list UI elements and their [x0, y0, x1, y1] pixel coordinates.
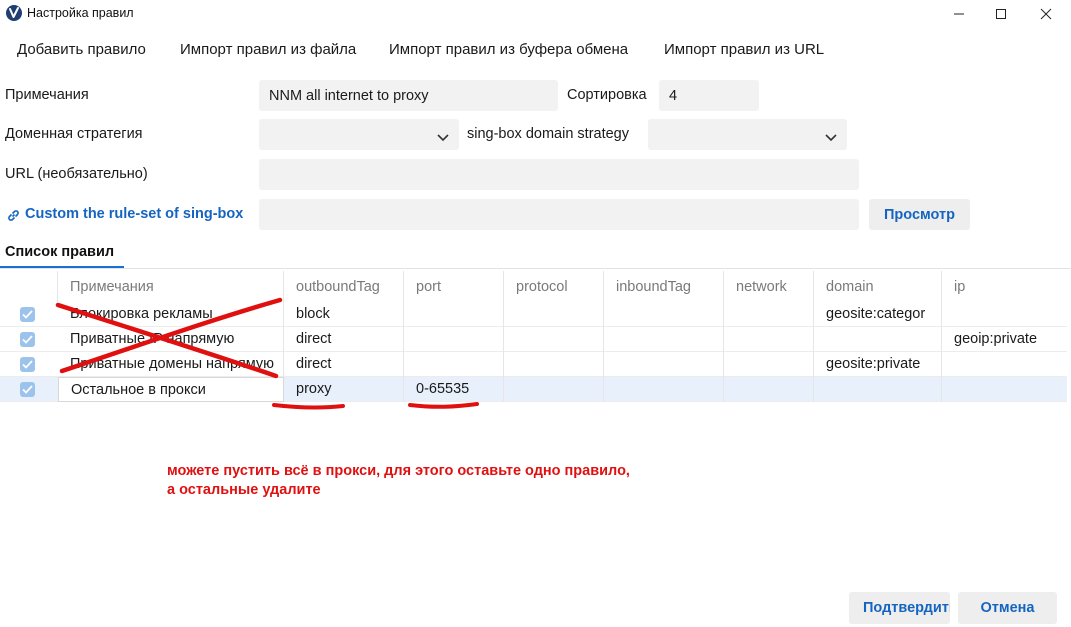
url-input[interactable] — [259, 159, 859, 190]
annotation-note: можете пустить всё в прокси, для этого о… — [167, 462, 630, 500]
url-label: URL (необязательно) — [5, 166, 148, 182]
cell-outbound: direct — [284, 327, 404, 352]
minimize-icon[interactable] — [939, 0, 979, 28]
cell-port — [404, 327, 504, 352]
menu-import-file[interactable]: Импорт правил из файла — [180, 41, 356, 58]
annotation-line: а остальные удалите — [167, 482, 321, 498]
table-row[interactable]: Приватные домены напрямую direct geosite… — [0, 352, 1067, 377]
column-header[interactable]: Примечания — [58, 271, 284, 302]
close-icon[interactable] — [1026, 0, 1066, 28]
maximize-icon[interactable] — [981, 0, 1021, 28]
menu-import-url[interactable]: Импорт правил из URL — [664, 41, 824, 58]
row-checkbox[interactable] — [20, 357, 35, 372]
cell-outbound: proxy — [284, 377, 404, 402]
cell-remarks: Остальное в прокси — [58, 377, 284, 402]
row-checkbox[interactable] — [20, 332, 35, 347]
ruleset-link-label: Custom the rule-set of sing-box — [25, 206, 244, 222]
cell-network — [724, 302, 814, 327]
cell-domain — [814, 327, 942, 352]
column-header[interactable]: outboundTag — [284, 271, 404, 302]
menu-import-clipboard[interactable]: Импорт правил из буфера обмена — [389, 41, 628, 58]
underline-port — [408, 402, 479, 409]
underline-proxy — [272, 403, 345, 410]
cancel-button[interactable]: Отмена — [958, 592, 1057, 624]
confirm-button[interactable]: Подтвердить — [849, 592, 950, 624]
cell-ip — [942, 302, 1067, 327]
cell-inbound — [604, 302, 724, 327]
cell-remarks: Приватные IP напрямую — [58, 327, 284, 352]
cell-remarks: Приватные домены напрямую — [58, 352, 284, 377]
tab-divider — [0, 268, 1071, 269]
cell-protocol — [504, 327, 604, 352]
cell-port — [404, 352, 504, 377]
cell-inbound — [604, 352, 724, 377]
cell-network — [724, 327, 814, 352]
cell-outbound: block — [284, 302, 404, 327]
sort-label: Сортировка — [567, 87, 647, 103]
link-icon — [8, 210, 19, 221]
cell-domain: geosite:categor — [814, 302, 942, 327]
cell-outbound: direct — [284, 352, 404, 377]
cell-port: 0-65535 — [404, 377, 504, 402]
remarks-input[interactable]: NNM all internet to proxy — [259, 80, 558, 111]
table-row[interactable]: Приватные IP напрямую direct geoip:priva… — [0, 327, 1067, 352]
singbox-strategy-label: sing-box domain strategy — [467, 126, 629, 142]
table-row-selected[interactable]: Остальное в прокси proxy 0-65535 — [0, 377, 1067, 402]
view-button[interactable]: Просмотр — [869, 199, 970, 230]
cell-ip — [942, 377, 1067, 402]
tab-rule-list[interactable]: Список правил — [5, 244, 114, 260]
sort-input[interactable]: 4 — [659, 80, 759, 111]
annotation-line: можете пустить всё в прокси, для этого о… — [167, 463, 630, 479]
column-header[interactable]: port — [404, 271, 504, 302]
cell-domain: geosite:private — [814, 352, 942, 377]
ruleset-link[interactable]: Custom the rule-set of sing-box — [6, 206, 243, 222]
chevron-down-icon — [825, 130, 837, 146]
remarks-label: Примечания — [5, 87, 89, 103]
cell-network — [724, 377, 814, 402]
cell-domain — [814, 377, 942, 402]
cell-protocol — [504, 302, 604, 327]
domain-strategy-select[interactable] — [259, 119, 459, 150]
row-checkbox[interactable] — [20, 307, 35, 322]
cell-ip: geoip:private — [954, 331, 1038, 347]
cell-inbound — [604, 377, 724, 402]
table-row[interactable]: Блокировка рекламы block geosite:categor — [0, 302, 1067, 327]
menu-add-rule[interactable]: Добавить правило — [17, 41, 146, 58]
title-bar: Настройка правил — [0, 0, 1071, 28]
cell-remarks: Блокировка рекламы — [58, 302, 284, 327]
chevron-down-icon — [437, 130, 449, 146]
column-header[interactable]: domain — [814, 271, 942, 302]
singbox-strategy-select[interactable] — [648, 119, 847, 150]
domain-strategy-label: Доменная стратегия — [5, 126, 143, 142]
table-header: Примечания outboundTag port protocol inb… — [0, 271, 1067, 302]
column-header[interactable]: inboundTag — [604, 271, 724, 302]
header-checkbox-col — [0, 271, 58, 302]
cell-protocol — [504, 352, 604, 377]
cell-inbound — [604, 327, 724, 352]
row-checkbox[interactable] — [20, 382, 35, 397]
app-logo-icon — [6, 5, 22, 21]
column-header[interactable]: network — [724, 271, 814, 302]
cell-protocol — [504, 377, 604, 402]
cell-network — [724, 352, 814, 377]
cell-port — [404, 302, 504, 327]
window-title: Настройка правил — [27, 6, 134, 20]
ruleset-input[interactable] — [259, 199, 859, 230]
column-header[interactable]: protocol — [504, 271, 604, 302]
cell-ip — [942, 352, 1067, 377]
column-header[interactable]: ip — [942, 271, 1067, 302]
